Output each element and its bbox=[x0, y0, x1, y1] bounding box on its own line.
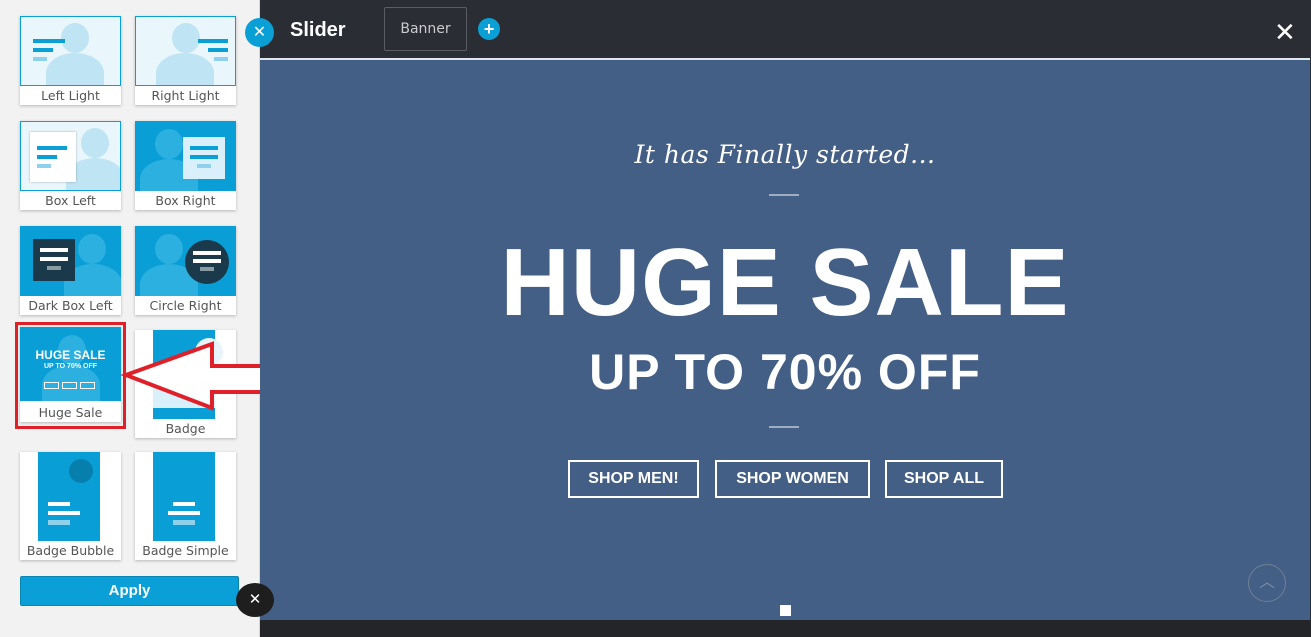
template-label: Left Light bbox=[41, 88, 100, 103]
close-panel-icon[interactable]: ✕ bbox=[245, 18, 274, 47]
slide-preview: It has Finally started... HUGE SALE UP T… bbox=[260, 58, 1310, 620]
template-box-left[interactable]: Box Left bbox=[20, 121, 121, 210]
divider bbox=[769, 194, 799, 196]
add-slide-icon[interactable]: + bbox=[478, 18, 500, 40]
close-icon[interactable]: ✕ bbox=[1274, 19, 1296, 45]
apply-button[interactable]: Apply bbox=[20, 576, 239, 606]
slide-tagline: It has Finally started... bbox=[634, 140, 936, 169]
template-thumbnail bbox=[20, 452, 121, 541]
template-label: Badge Bubble bbox=[26, 543, 115, 558]
close-icon[interactable]: ✕ bbox=[236, 583, 274, 617]
template-thumbnail bbox=[135, 121, 236, 191]
template-label: Box Left bbox=[45, 193, 96, 208]
template-badge-simple[interactable]: Badge Simple bbox=[135, 452, 236, 560]
template-thumbnail bbox=[20, 16, 121, 86]
shop-all-button[interactable]: SHOP ALL bbox=[885, 460, 1003, 498]
slide-headline: HUGE SALE bbox=[500, 229, 1070, 336]
template-panel: Left Light Right Light Box Left Box Righ… bbox=[0, 0, 260, 637]
template-dark-box-left[interactable]: Dark Box Left bbox=[20, 226, 121, 315]
bottom-strip bbox=[260, 620, 1311, 637]
tab-banner[interactable]: Banner bbox=[384, 7, 467, 51]
template-thumbnail bbox=[135, 16, 236, 86]
page-title: Slider bbox=[290, 19, 346, 41]
shop-women-button[interactable]: SHOP WOMEN bbox=[715, 460, 870, 498]
template-thumbnail bbox=[135, 452, 236, 541]
divider bbox=[769, 426, 799, 428]
template-circle-right[interactable]: Circle Right bbox=[135, 226, 236, 315]
template-box-right[interactable]: Box Right bbox=[135, 121, 236, 210]
template-label: Right Light bbox=[151, 88, 220, 103]
slide-subheadline: UP TO 70% OFF bbox=[589, 344, 981, 400]
template-label: Badge bbox=[165, 421, 206, 436]
template-right-light[interactable]: Right Light bbox=[135, 16, 236, 105]
slide-indicator-dot[interactable] bbox=[780, 605, 791, 616]
bubble-circle bbox=[69, 459, 93, 483]
scroll-to-top-icon[interactable]: ︿ bbox=[1248, 564, 1286, 602]
shop-men-button[interactable]: SHOP MEN! bbox=[568, 460, 699, 498]
template-label: Circle Right bbox=[149, 298, 222, 313]
template-left-light[interactable]: Left Light bbox=[20, 16, 121, 105]
template-thumbnail bbox=[135, 226, 236, 296]
selection-highlight-box bbox=[15, 322, 126, 429]
template-badge-bubble[interactable]: Badge Bubble bbox=[20, 452, 121, 560]
template-label: Badge Simple bbox=[142, 543, 229, 558]
template-thumbnail bbox=[20, 121, 121, 191]
template-thumbnail bbox=[20, 226, 121, 296]
template-label: Box Right bbox=[155, 193, 216, 208]
template-label: Dark Box Left bbox=[28, 298, 113, 313]
